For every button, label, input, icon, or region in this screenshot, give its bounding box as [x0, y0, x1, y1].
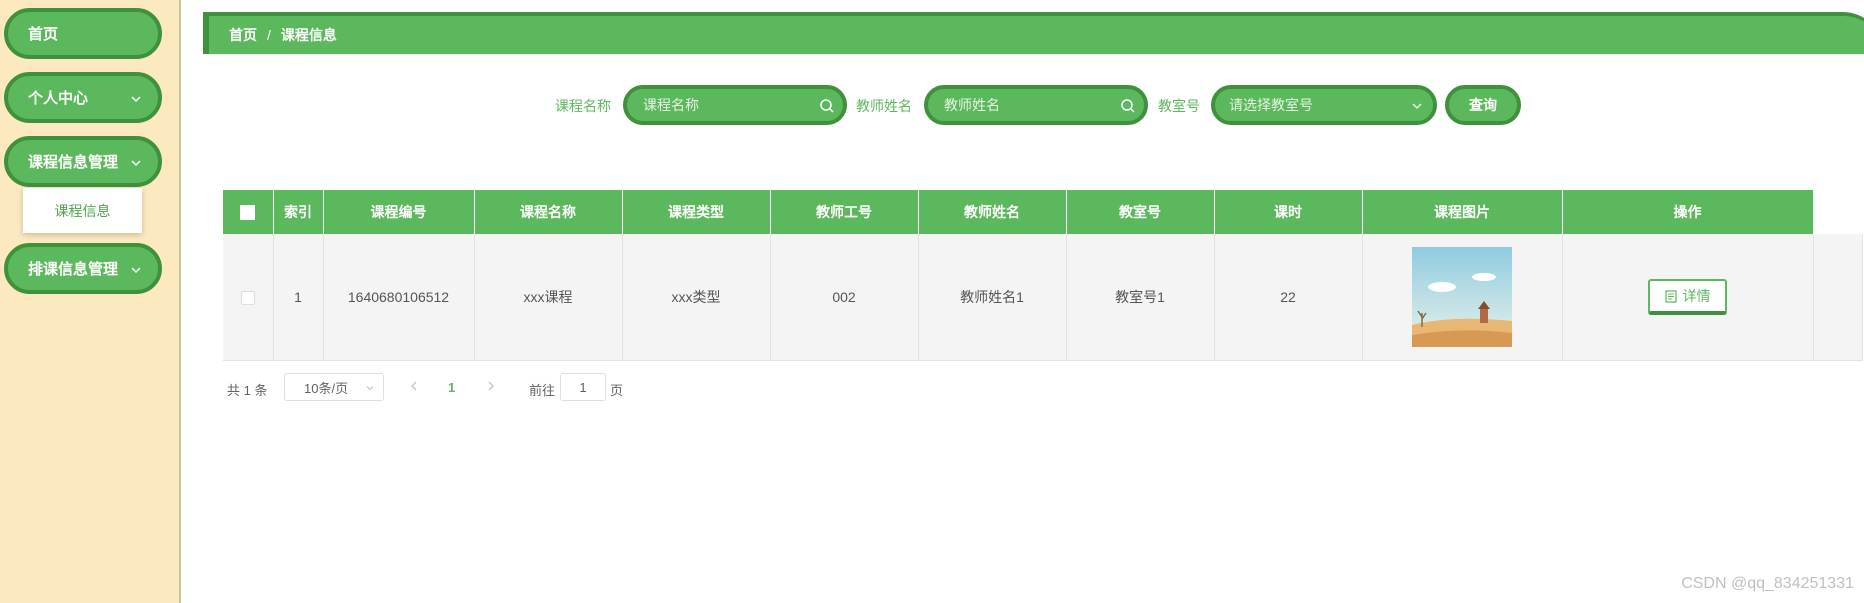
table-header-row: 索引 课程编号 课程名称 课程类型 教师工号 教师姓名 教室号 课时 课程图片 …	[223, 190, 1863, 234]
column-header: 教师姓名	[918, 190, 1067, 234]
detail-button-label: 详情	[1682, 288, 1711, 304]
query-button-label: 查询	[1469, 97, 1497, 113]
breadcrumb-separator: /	[267, 27, 271, 43]
course-thumbnail-image	[1412, 247, 1512, 347]
column-header: 课程名称	[474, 190, 623, 234]
menu-item-schedule-management[interactable]: 排课信息管理	[4, 243, 162, 294]
menu-item-course-management[interactable]: 课程信息管理	[4, 136, 162, 187]
course-name-label: 课程名称	[555, 98, 611, 114]
cell-classroom: 教室号1	[1066, 234, 1215, 361]
column-header: 教师工号	[770, 190, 919, 234]
breadcrumb-home[interactable]: 首页	[229, 25, 257, 45]
column-header: 索引	[273, 190, 324, 234]
menu-item-label: 排课信息管理	[28, 261, 119, 278]
select-all-cell	[223, 190, 274, 234]
page-number-current[interactable]: 1	[448, 380, 455, 395]
teacher-name-label: 教师姓名	[856, 98, 912, 114]
document-icon	[1664, 289, 1677, 303]
row-checkbox[interactable]	[240, 291, 255, 306]
chevron-down-icon	[131, 96, 141, 103]
search-icon	[820, 99, 834, 113]
menu-item-label: 个人中心	[28, 90, 89, 107]
teacher-name-input[interactable]	[942, 96, 1116, 114]
cell-course-image	[1362, 234, 1563, 361]
course-table: 索引 课程编号 课程名称 课程类型 教师工号 教师姓名 教室号 课时 课程图片 …	[223, 190, 1863, 361]
row-select-cell	[223, 234, 274, 361]
pagination-total: 共 1 条	[227, 383, 268, 398]
page-size-value: 10条/页	[304, 380, 349, 396]
column-header: 课时	[1214, 190, 1363, 234]
menu-item-home[interactable]: 首页	[4, 8, 162, 59]
chevron-down-icon	[131, 267, 141, 274]
watermark-text: CSDN @qq_834251331	[1681, 575, 1854, 592]
classroom-select-placeholder: 请选择教室号	[1229, 97, 1313, 113]
classroom-select[interactable]: 请选择教室号	[1211, 85, 1437, 125]
breadcrumb: 首页 / 课程信息	[203, 12, 1864, 54]
cell-actions: 详情	[1562, 234, 1814, 361]
column-header: 操作	[1562, 190, 1814, 234]
classroom-label: 教室号	[1158, 98, 1200, 114]
menu-item-label: 首页	[28, 26, 59, 43]
cell-filler	[1813, 234, 1863, 361]
column-header: 课程图片	[1362, 190, 1563, 234]
menu-item-personal-center[interactable]: 个人中心	[4, 72, 162, 123]
submenu-item-course-info[interactable]: 课程信息	[23, 188, 142, 233]
next-page-icon[interactable]	[485, 380, 497, 392]
cell-teacher-name: 教师姓名1	[918, 234, 1067, 361]
course-name-field[interactable]	[623, 85, 847, 125]
cell-course-name: xxx课程	[474, 234, 623, 361]
teacher-name-field[interactable]	[924, 85, 1148, 125]
page-size-select[interactable]: 10条/页	[284, 373, 384, 401]
cell-course-type: xxx类型	[622, 234, 771, 361]
goto-label: 前往	[529, 383, 556, 398]
chevron-down-icon	[1412, 103, 1422, 110]
detail-button[interactable]: 详情	[1648, 279, 1727, 315]
cell-hours: 22	[1214, 234, 1363, 361]
column-header: 教室号	[1066, 190, 1215, 234]
goto-page-input[interactable]	[560, 373, 606, 401]
cell-teacher-no: 002	[770, 234, 919, 361]
prev-page-icon[interactable]	[408, 380, 420, 392]
breadcrumb-current: 课程信息	[280, 27, 337, 43]
column-header: 课程类型	[622, 190, 771, 234]
cell-course-no: 1640680106512	[323, 234, 475, 361]
cell-index: 1	[273, 234, 324, 361]
column-header: 课程编号	[323, 190, 475, 234]
query-button[interactable]: 查询	[1445, 85, 1521, 125]
menu-item-label: 课程信息管理	[28, 154, 119, 171]
submenu-label: 课程信息	[54, 202, 111, 219]
course-name-input[interactable]	[641, 96, 815, 114]
sidebar: 首页 个人中心 课程信息管理 课程信息 排课信息管理	[0, 0, 181, 603]
chevron-down-icon	[131, 160, 141, 167]
chevron-down-icon	[366, 386, 374, 391]
search-icon	[1121, 99, 1135, 113]
select-all-checkbox[interactable]	[240, 205, 256, 221]
table-row: 1 1640680106512 xxx课程 xxx类型 002 教师姓名1 教室…	[223, 234, 1863, 361]
page-suffix: 页	[610, 383, 624, 398]
